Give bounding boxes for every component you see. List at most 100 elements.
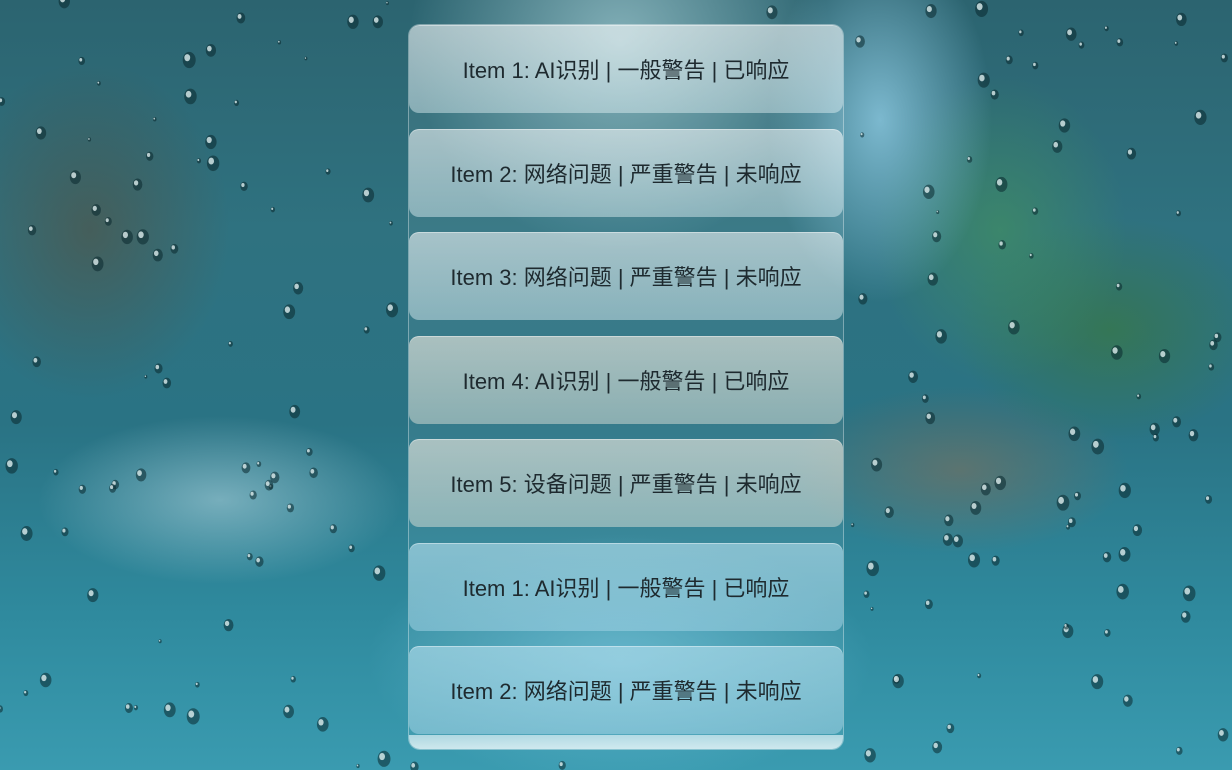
raindrop	[152, 248, 163, 262]
raindrop	[246, 552, 253, 561]
raindrop	[91, 204, 101, 216]
raindrop	[558, 760, 566, 770]
raindrop	[921, 394, 929, 403]
raindrop	[892, 673, 904, 689]
raindrop	[356, 763, 360, 769]
list-item-label: Item 1: AI识别 | 一般警告 | 已响应	[462, 58, 790, 83]
raindrop	[1205, 494, 1213, 504]
raindrop	[256, 461, 262, 467]
raindrop	[205, 134, 217, 150]
list-item[interactable]: Item 2: 网络问题 | 严重警告 | 未响应	[409, 646, 843, 734]
raindrop	[372, 565, 386, 581]
raindrop	[347, 14, 359, 29]
raindrop	[377, 750, 391, 767]
raindrop	[944, 514, 954, 527]
raindrop	[932, 740, 943, 754]
list-item[interactable]: Item 1: AI识别 | 一般警告 | 已响应	[409, 543, 843, 631]
raindrop	[236, 12, 246, 24]
raindrop	[283, 304, 296, 320]
raindrop	[58, 0, 70, 9]
raindrop	[240, 181, 248, 192]
list-item-label: Item 2: 网络问题 | 严重警告 | 未响应	[450, 162, 802, 187]
raindrop	[133, 704, 139, 711]
raindrop	[316, 717, 329, 732]
raindrop	[286, 503, 295, 513]
raindrop	[1102, 551, 1112, 563]
raindrop	[111, 479, 120, 490]
raindrop	[766, 5, 778, 20]
raindrop	[1065, 524, 1071, 530]
raindrop	[69, 170, 81, 185]
raindrop	[290, 675, 296, 683]
raindrop	[977, 72, 990, 88]
raindrop	[154, 363, 163, 374]
raindrop	[855, 35, 865, 48]
raindrop	[121, 229, 133, 245]
raindrop	[1176, 12, 1187, 27]
raindrop	[1032, 61, 1039, 70]
raindrop	[270, 471, 280, 484]
raindrop	[385, 1, 389, 6]
raindrop	[1122, 694, 1133, 707]
raindrop	[132, 178, 143, 191]
raindrop	[864, 748, 876, 763]
raindrop	[309, 467, 318, 479]
raindrop	[182, 51, 196, 69]
raindrop	[1116, 38, 1124, 47]
raindrop	[1032, 207, 1039, 215]
raindrop	[927, 272, 939, 286]
raindrop	[977, 673, 982, 679]
raindrop	[866, 560, 879, 577]
raindrop	[1110, 345, 1123, 360]
raindrop	[994, 475, 1007, 491]
raindrop	[870, 606, 874, 611]
raindrop	[908, 370, 919, 383]
raindrop	[1018, 29, 1024, 37]
raindrop	[362, 187, 375, 203]
raindrop	[1152, 433, 1159, 442]
raindrop	[96, 80, 101, 86]
raindrop	[91, 256, 104, 272]
list-item[interactable]: Item 4: AI识别 | 一般警告 | 已响应	[409, 336, 843, 424]
raindrop	[946, 723, 955, 734]
raindrop	[205, 43, 217, 57]
raindrop	[952, 534, 963, 548]
raindrop	[1132, 524, 1143, 537]
raindrop	[104, 216, 112, 226]
list-item-label: Item 3: 网络问题 | 严重警告 | 未响应	[450, 265, 802, 290]
raindrop	[1008, 319, 1020, 335]
raindrop	[389, 220, 393, 226]
list-item[interactable]: Item 5: 设备问题 | 严重警告 | 未响应	[409, 439, 843, 527]
raindrop	[1213, 332, 1222, 343]
raindrop	[386, 302, 399, 318]
raindrop	[1068, 426, 1081, 442]
raindrop	[871, 457, 883, 472]
raindrop	[1220, 53, 1228, 63]
raindrop	[1104, 25, 1109, 32]
raindrop	[329, 524, 338, 534]
raindrop	[1149, 422, 1160, 436]
list-item-label: Item 1: AI识别 | 一般警告 | 已响应	[462, 576, 790, 601]
raindrop	[146, 151, 154, 161]
list-item[interactable]: Item 3: 网络问题 | 严重警告 | 未响应	[409, 232, 843, 320]
list-item[interactable]: Item 1: AI识别 | 一般警告 | 已响应	[409, 25, 843, 113]
raindrop	[283, 704, 294, 719]
raindrop	[1174, 41, 1179, 46]
raindrop	[1158, 348, 1171, 364]
raindrop	[39, 672, 52, 688]
raindrop	[924, 599, 933, 610]
raindrop	[223, 618, 234, 632]
raindrop	[206, 155, 220, 172]
list-item[interactable]: Item 2: 网络问题 | 严重警告 | 未响应	[409, 129, 843, 217]
raindrop	[163, 702, 176, 718]
raindrop	[1217, 728, 1229, 742]
raindrop	[78, 484, 87, 494]
raindrop	[892, 674, 900, 684]
raindrop	[1078, 41, 1085, 49]
raindrop	[1005, 55, 1013, 65]
raindrop	[241, 462, 251, 474]
alert-list-panel[interactable]: Item 1: AI识别 | 一般警告 | 已响应 Item 2: 网络问题 |…	[408, 24, 844, 750]
raindrop	[1029, 253, 1034, 259]
raindrop	[1056, 494, 1070, 511]
raindrop	[0, 97, 6, 106]
